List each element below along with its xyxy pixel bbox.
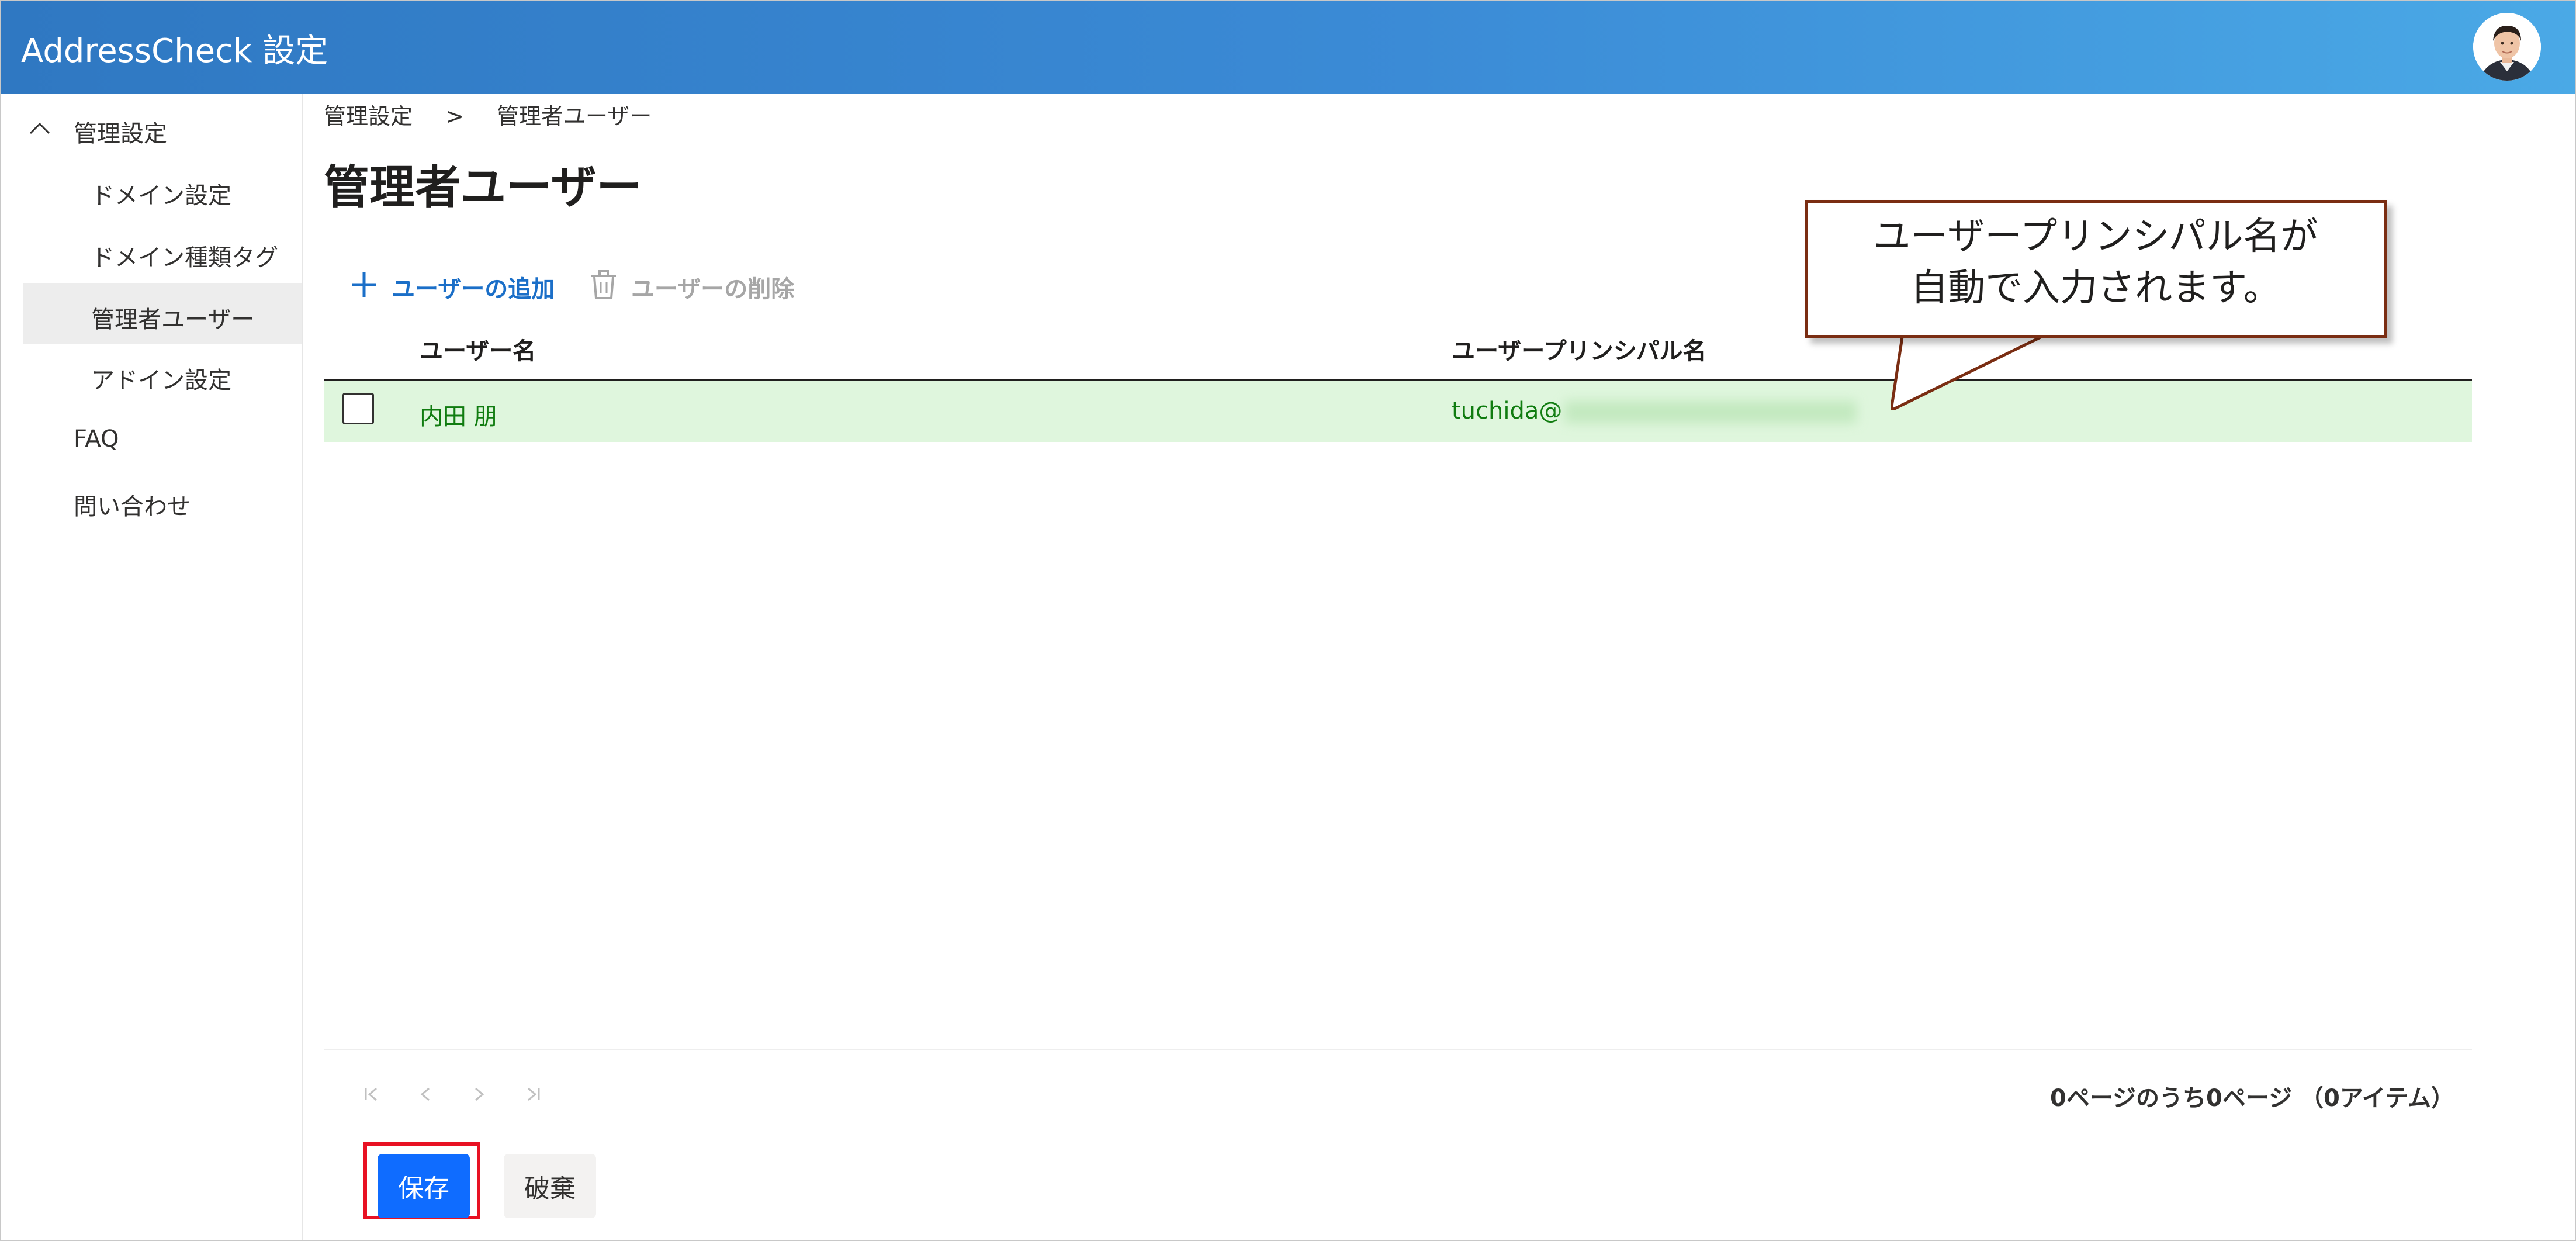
sidebar-item-label: FAQ: [74, 426, 119, 452]
sidebar: 管理設定 ドメイン設定 ドメイン種類タグ 管理者ユーザー アドイン設定 FAQ …: [1, 94, 303, 1240]
sidebar-item-label: アドイン設定: [91, 367, 231, 394]
trash-icon: [591, 270, 616, 299]
callout-line-2: 自動で入力されます。: [1910, 267, 2281, 310]
sidebar-item-admin-users[interactable]: 管理者ユーザー: [23, 283, 302, 344]
callout-bubble: ユーザープリンシパル名が 自動で入力されます。: [1805, 200, 2387, 338]
add-user-label: ユーザーの追加: [392, 276, 555, 303]
page-title: 管理者ユーザー: [324, 161, 642, 214]
breadcrumb-current: 管理者ユーザー: [497, 103, 652, 129]
sidebar-item-faq[interactable]: FAQ: [1, 408, 302, 469]
first-page-icon[interactable]: [360, 1083, 383, 1106]
column-header-upn[interactable]: ユーザープリンシパル名: [1452, 332, 1706, 366]
save-button[interactable]: 保存: [378, 1154, 470, 1218]
prev-page-icon[interactable]: [414, 1083, 437, 1106]
callout-line-1: ユーザープリンシパル名が: [1873, 215, 2318, 258]
next-page-icon[interactable]: [468, 1083, 491, 1106]
app-title: AddressCheck 設定: [21, 32, 328, 70]
sidebar-item-label: 問い合わせ: [74, 493, 191, 520]
app-header: AddressCheck 設定: [1, 1, 2575, 94]
cell-upn: tuchida@: [1452, 397, 1857, 424]
table-footer-divider: [324, 1049, 2472, 1050]
pager-summary: 0ページのうち0ページ （0アイテム）: [2050, 1085, 2454, 1112]
cell-username: 内田 朋: [420, 403, 497, 430]
sidebar-item-label: 管理者ユーザー: [91, 306, 255, 333]
upn-blurred-domain: [1564, 401, 1857, 423]
sidebar-item-contact[interactable]: 問い合わせ: [1, 470, 302, 531]
breadcrumb: 管理設定 > 管理者ユーザー: [324, 98, 677, 130]
chevron-up-icon: [29, 122, 50, 134]
delete-user-label: ユーザーの削除: [631, 276, 795, 303]
row-checkbox[interactable]: [342, 393, 374, 424]
last-page-icon[interactable]: [521, 1083, 545, 1106]
sidebar-item-addin-settings[interactable]: アドイン設定: [1, 344, 302, 405]
sidebar-group-label: 管理設定: [74, 120, 167, 147]
sidebar-group-admin-settings[interactable]: 管理設定: [1, 97, 302, 158]
column-header-username[interactable]: ユーザー名: [420, 332, 536, 366]
sidebar-item-domain-type-tags[interactable]: ドメイン種類タグ: [1, 221, 302, 282]
callout-text: ユーザープリンシパル名が 自動で入力されます。: [1808, 211, 2384, 314]
callout-tail: [1891, 333, 2050, 410]
sidebar-item-label: ドメイン設定: [91, 182, 231, 209]
user-avatar-icon[interactable]: [2473, 13, 2541, 81]
breadcrumb-parent[interactable]: 管理設定: [324, 103, 413, 129]
breadcrumb-separator: >: [445, 103, 464, 129]
discard-button[interactable]: 破棄: [504, 1154, 596, 1218]
upn-prefix: tuchida@: [1452, 397, 1563, 424]
sidebar-item-label: ドメイン種類タグ: [91, 244, 278, 271]
table-row[interactable]: 内田 朋 tuchida@: [324, 381, 2472, 442]
sidebar-item-domain-settings[interactable]: ドメイン設定: [1, 159, 302, 220]
plus-icon: [352, 272, 376, 297]
